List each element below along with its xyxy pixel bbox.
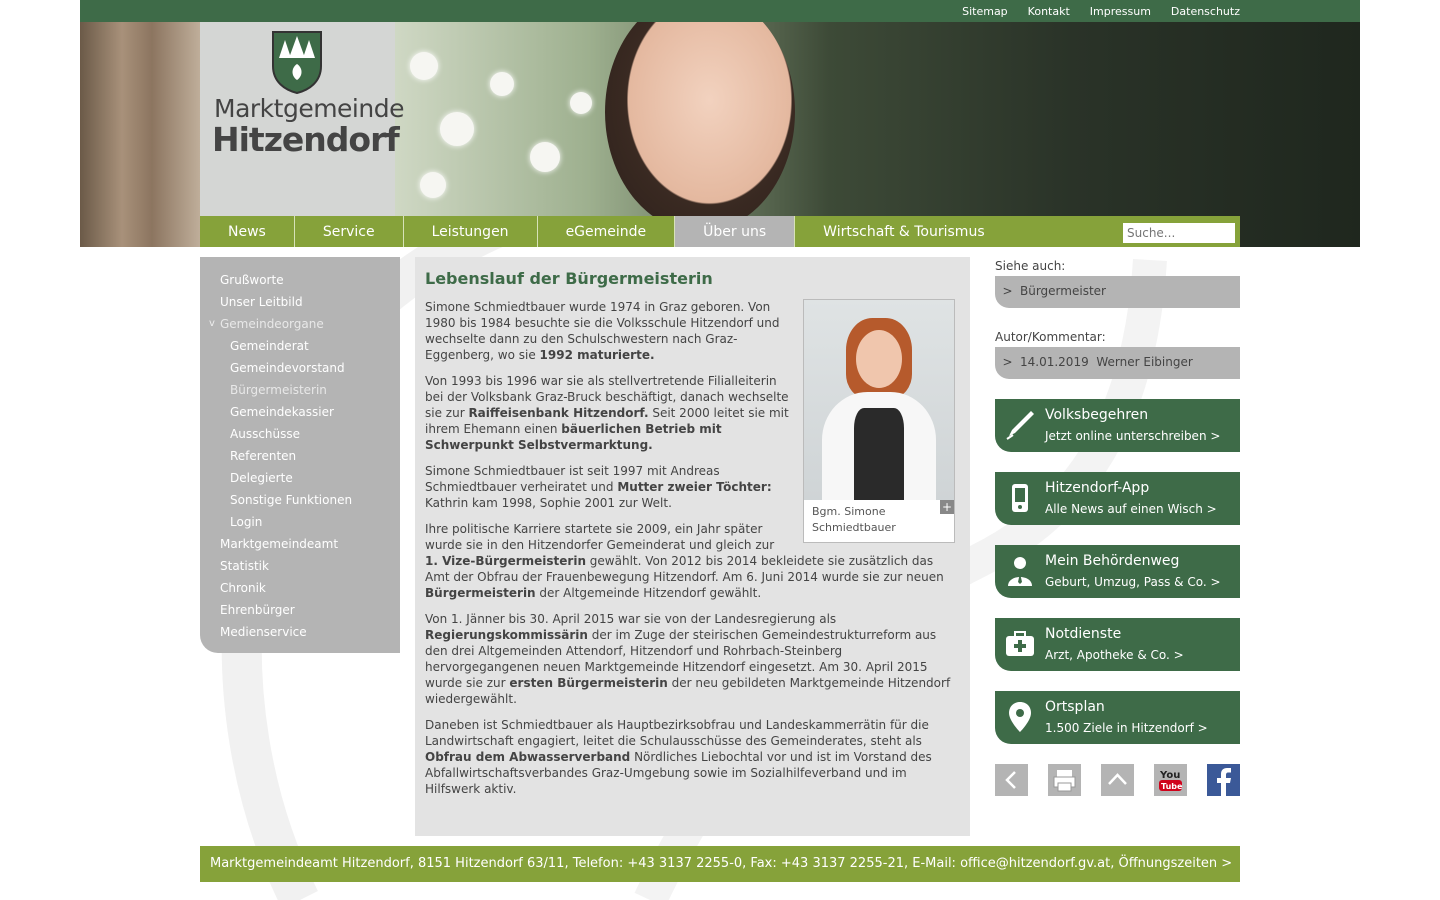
nav-wirtschaft-tourismus[interactable]: Wirtschaft & Tourismus <box>795 216 1012 247</box>
paragraph: Von 1. Jänner bis 30. April 2015 war sie… <box>425 612 951 706</box>
kontakt-link[interactable]: Kontakt <box>1028 5 1070 18</box>
sidebar-item-sonstige-funktionen[interactable]: Sonstige Funktionen <box>200 489 400 511</box>
nav-egemeinde[interactable]: eGemeinde <box>538 216 676 247</box>
blossom <box>530 142 560 172</box>
logo-line1: Marktgemeinde <box>214 94 404 123</box>
sidebar-item-ausschuesse[interactable]: Ausschüsse <box>200 423 400 445</box>
youtube-icon[interactable]: YouTube <box>1154 764 1187 796</box>
chevron-right-icon: > <box>1002 284 1013 298</box>
blossom <box>440 112 474 146</box>
site-logo[interactable]: Marktgemeinde Hitzendorf <box>200 22 404 216</box>
sidebar-item-gemeindevorstand[interactable]: Gemeindevorstand <box>200 357 400 379</box>
top-icon[interactable] <box>1101 764 1134 796</box>
article-body: + Bgm. Simone Schmiedtbauer Simone Schmi… <box>425 299 955 807</box>
map-pin-icon <box>1009 702 1031 732</box>
tile-title: Notdienste <box>1045 626 1122 642</box>
blossom <box>410 52 438 80</box>
tile-volksbegehren[interactable]: Volksbegehren Jetzt online unterschreibe… <box>995 399 1240 452</box>
nav-news[interactable]: News <box>200 216 295 247</box>
author-label: Autor/Kommentar: <box>995 330 1106 344</box>
nav-leistungen[interactable]: Leistungen <box>404 216 538 247</box>
tile-title: Hitzendorf-App <box>1045 480 1150 496</box>
sidebar-item-marktgemeindeamt[interactable]: Marktgemeindeamt <box>200 533 400 555</box>
sidebar-item-medienservice[interactable]: Medienservice <box>200 621 400 643</box>
sidebar-item-grussworte[interactable]: Grußworte <box>200 269 400 291</box>
top-bar: Sitemap Kontakt Impressum Datenschutz <box>80 0 1360 22</box>
blossom <box>570 92 592 114</box>
impressum-link[interactable]: Impressum <box>1090 5 1151 18</box>
nav-service[interactable]: Service <box>295 216 404 247</box>
sitemap-link[interactable]: Sitemap <box>962 5 1008 18</box>
header-banner: Marktgemeinde Hitzendorf <box>80 22 1360 247</box>
sidebar-item-leitbild[interactable]: Unser Leitbild <box>200 291 400 313</box>
tile-ortsplan[interactable]: Ortsplan 1.500 Ziele in Hitzendorf > <box>995 691 1240 744</box>
chevron-right-icon: > <box>1002 355 1013 369</box>
person-icon <box>1008 557 1032 586</box>
print-icon[interactable] <box>1048 764 1081 796</box>
banner-photo <box>395 22 1360 247</box>
sidebar-item-chronik[interactable]: Chronik <box>200 577 400 599</box>
page-title: Lebenslauf der Bürgermeisterin <box>425 269 713 288</box>
coat-of-arms-icon <box>272 31 322 94</box>
datenschutz-link[interactable]: Datenschutz <box>1171 5 1240 18</box>
tile-subtitle: Arzt, Apotheke & Co. > <box>1045 648 1184 662</box>
enlarge-icon[interactable]: + <box>940 500 954 514</box>
sidebar-item-gemeindeorgane[interactable]: v Gemeindeorgane <box>200 313 400 335</box>
tile-title: Mein Behördenweg <box>1045 553 1180 569</box>
sidebar-item-gemeindekassier[interactable]: Gemeindekassier <box>200 401 400 423</box>
bark-image <box>80 22 200 247</box>
medkit-icon <box>1006 631 1034 656</box>
tile-subtitle: Alle News auf einen Wisch > <box>1045 502 1217 516</box>
sidebar-nav: Grußworte Unser Leitbild v Gemeindeorgane… <box>200 257 400 653</box>
sidebar-item-referenten[interactable]: Referenten <box>200 445 400 467</box>
blossom <box>420 172 446 198</box>
footer-bar[interactable]: Marktgemeindeamt Hitzendorf, 8151 Hitzen… <box>200 846 1240 882</box>
see-also-link[interactable]: > Bürgermeister <box>995 276 1240 308</box>
tile-title: Volksbegehren <box>1045 407 1149 423</box>
svg-text:You: You <box>1159 770 1180 781</box>
social-bar: You Tube <box>995 764 1240 796</box>
portrait-caption: Bgm. Simone Schmiedtbauer <box>812 505 896 534</box>
tile-hitzendorf-app[interactable]: Hitzendorf-App Alle News auf einen Wisch… <box>995 472 1240 525</box>
tile-subtitle: Jetzt online unterschreiben > <box>1045 429 1221 443</box>
sidebar-item-ehrenbuerger[interactable]: Ehrenbürger <box>200 599 400 621</box>
main-content: Lebenslauf der Bürgermeisterin + Bgm. Si… <box>415 257 970 836</box>
sidebar-item-login[interactable]: Login <box>200 511 400 533</box>
logo-line2: Hitzendorf <box>212 120 400 159</box>
sidebar-item-delegierte[interactable]: Delegierte <box>200 467 400 489</box>
search-input[interactable] <box>1123 223 1235 243</box>
tile-title: Ortsplan <box>1045 699 1105 715</box>
sidebar-item-statistik[interactable]: Statistik <box>200 555 400 577</box>
sidebar-item-label: Gemeindeorgane <box>220 317 324 331</box>
pen-icon <box>1006 411 1034 440</box>
tile-subtitle: 1.500 Ziele in Hitzendorf > <box>1045 721 1208 735</box>
phone-icon <box>1012 484 1028 512</box>
sidebar-item-buergermeisterin[interactable]: Bürgermeisterin <box>200 379 400 401</box>
sidebar-item-gemeinderat[interactable]: Gemeinderat <box>200 335 400 357</box>
tile-behoerdenweg[interactable]: Mein Behördenweg Geburt, Umzug, Pass & C… <box>995 545 1240 598</box>
tile-notdienste[interactable]: Notdienste Arzt, Apotheke & Co. > <box>995 618 1240 671</box>
portrait-image <box>804 300 954 500</box>
see-also-label: Siehe auch: <box>995 259 1066 273</box>
tile-subtitle: Geburt, Umzug, Pass & Co. > <box>1045 575 1221 589</box>
portrait-figure[interactable]: + Bgm. Simone Schmiedtbauer <box>803 299 955 543</box>
expand-arrow-icon: v <box>209 318 215 329</box>
blossom <box>490 72 514 96</box>
author-box[interactable]: >14.01.2019 Werner Eibinger <box>995 347 1240 379</box>
svg-text:Tube: Tube <box>1161 782 1183 791</box>
back-icon[interactable] <box>995 764 1028 796</box>
facebook-icon[interactable] <box>1207 764 1240 796</box>
main-nav: News Service Leistungen eGemeinde Über u… <box>200 216 1240 247</box>
nav-ueber-uns[interactable]: Über uns <box>675 216 796 247</box>
top-links: Sitemap Kontakt Impressum Datenschutz <box>962 5 1240 18</box>
paragraph: Daneben ist Schmiedtbauer als Hauptbezir… <box>425 718 932 796</box>
